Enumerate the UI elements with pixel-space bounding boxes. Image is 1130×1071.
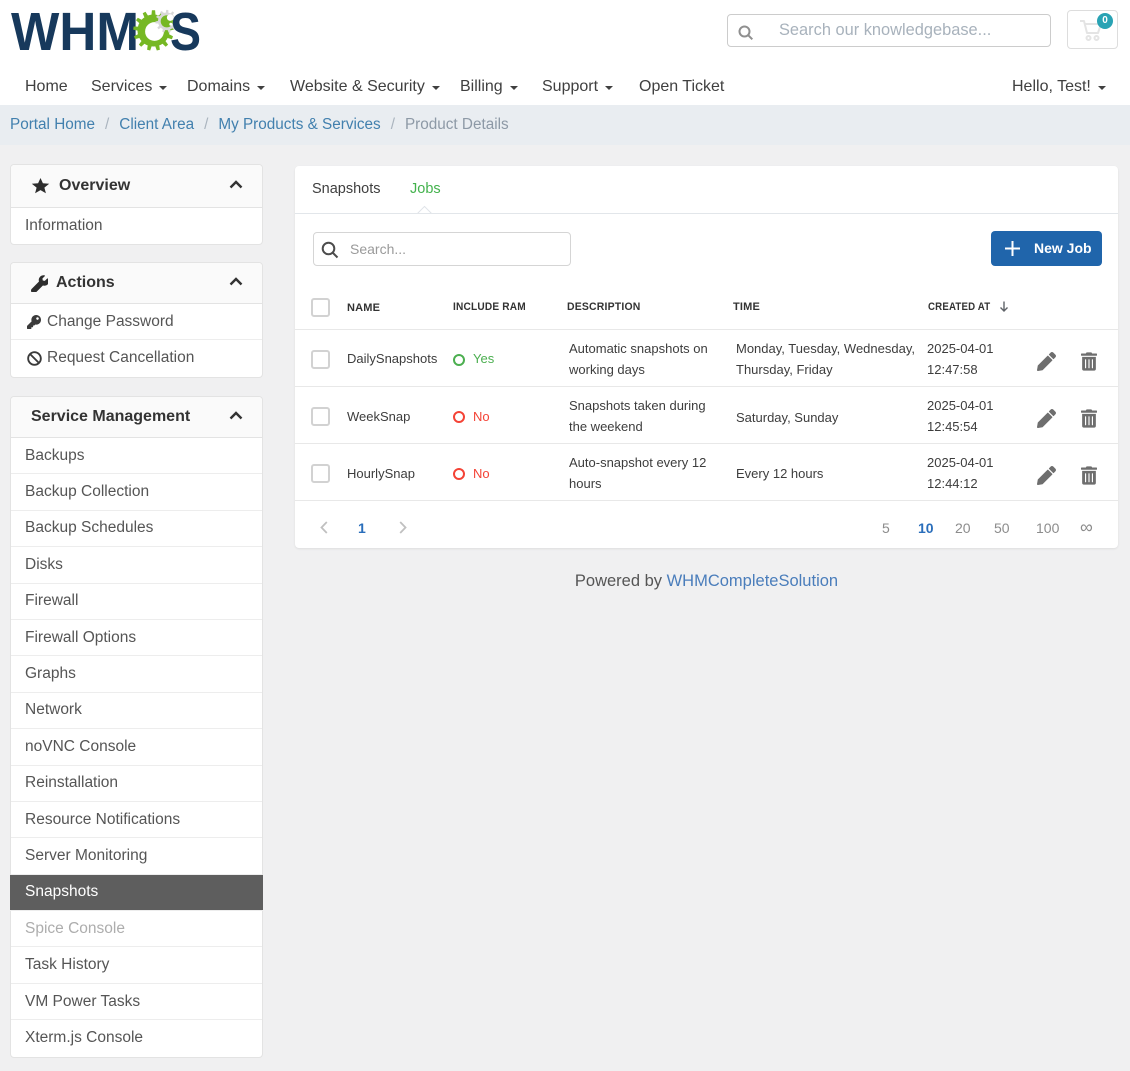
svg-text:S: S [170, 5, 201, 60]
svg-text:WHM: WHM [11, 5, 139, 60]
